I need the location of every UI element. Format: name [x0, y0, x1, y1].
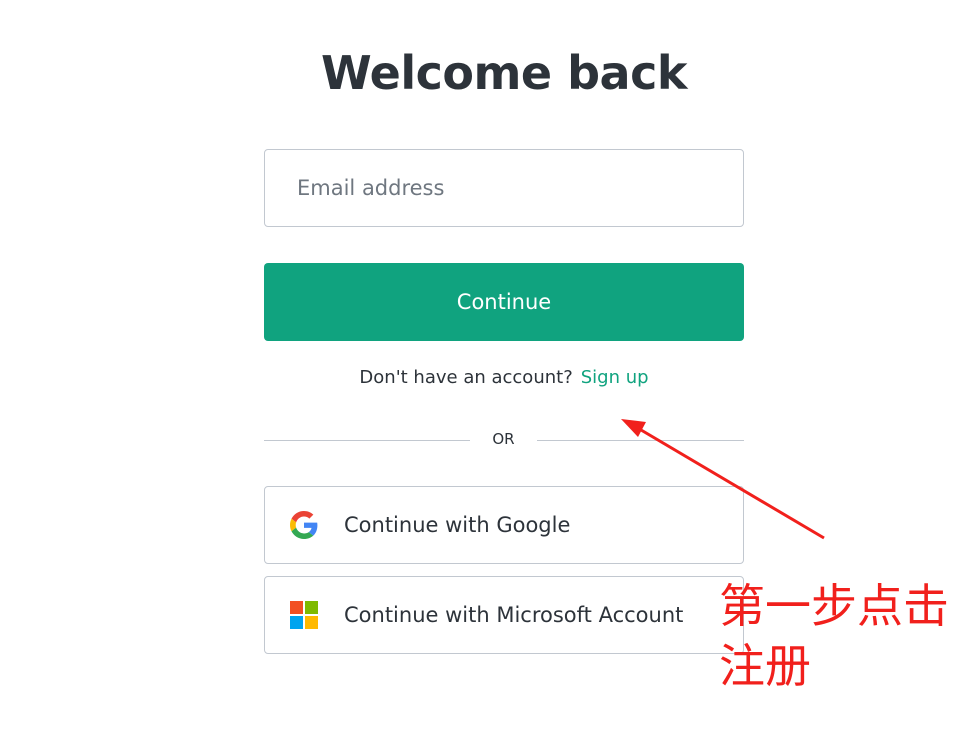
microsoft-button-label: Continue with Microsoft Account — [344, 603, 684, 627]
divider-text: OR — [492, 430, 515, 448]
or-divider: OR — [264, 428, 744, 452]
google-icon — [290, 511, 318, 539]
continue-with-google-button[interactable]: Continue with Google — [264, 486, 744, 564]
continue-button[interactable]: Continue — [264, 263, 744, 341]
signup-prompt-row: Don't have an account? Sign up — [264, 367, 744, 388]
continue-with-microsoft-button[interactable]: Continue with Microsoft Account — [264, 576, 744, 654]
page-title: Welcome back — [321, 46, 687, 100]
divider-line-left — [264, 440, 470, 441]
microsoft-icon — [290, 601, 319, 630]
google-button-label: Continue with Google — [344, 513, 571, 537]
sign-up-link[interactable]: Sign up — [581, 367, 649, 388]
email-field[interactable] — [264, 149, 744, 227]
signup-prompt-text: Don't have an account? — [359, 367, 573, 388]
divider-line-right — [537, 440, 744, 441]
annotation-text: 第一步点击注册 — [719, 579, 949, 693]
